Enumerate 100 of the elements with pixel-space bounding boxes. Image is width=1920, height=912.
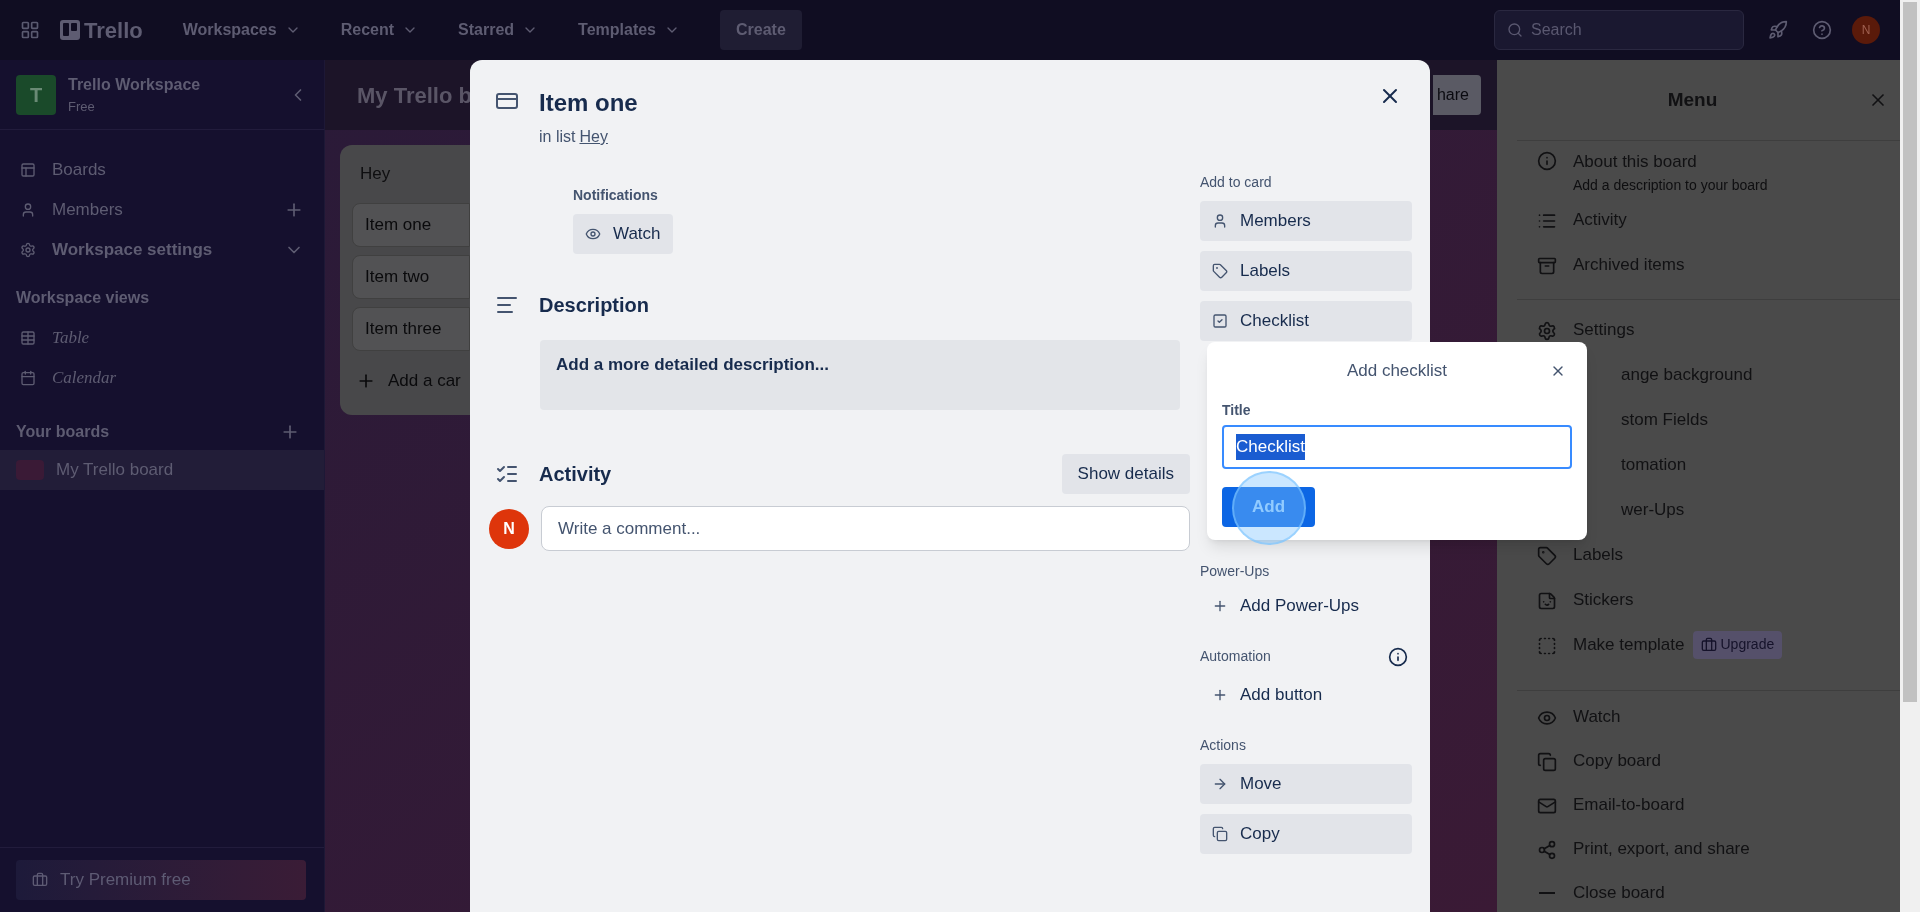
help-icon	[1812, 20, 1832, 40]
workspace-avatar: T	[16, 74, 56, 115]
workspace-name: Trello Workspace	[68, 74, 202, 95]
user-avatar: N	[489, 508, 529, 549]
list-card[interactable]: Item two	[352, 254, 470, 299]
list-card[interactable]: Item three	[352, 306, 470, 351]
template-icon	[1537, 635, 1557, 656]
board-thumbnail	[16, 460, 44, 480]
search-field[interactable]: Search	[1494, 10, 1744, 50]
share-button[interactable]: hare	[1432, 75, 1481, 115]
menu-item[interactable]: About this board Add a description to your board	[1517, 141, 1900, 197]
add-icon	[1212, 687, 1228, 703]
title-field[interactable]: Checklist	[1222, 425, 1572, 469]
arrow-icon	[1212, 776, 1228, 792]
watch-button[interactable]: Watch	[573, 214, 673, 254]
workspace-plan: Free	[68, 97, 96, 116]
archive-icon	[1537, 255, 1557, 276]
gear-icon	[20, 242, 36, 258]
action-button[interactable]: Move	[1200, 764, 1412, 804]
menu-item[interactable]: Close board	[1517, 871, 1900, 912]
menu-title: Menu	[1666, 87, 1719, 112]
menu-item[interactable]: Watch	[1517, 695, 1900, 739]
mail-icon	[1537, 796, 1557, 816]
list-label: in list	[539, 127, 576, 147]
description-field[interactable]: Add a more detailed description...	[540, 340, 1180, 410]
menu-item[interactable]: Copy board	[1517, 739, 1900, 783]
menu-item[interactable]: Archived items	[1517, 242, 1900, 287]
sidebar-item[interactable]: Table	[0, 318, 324, 358]
add-automation-button[interactable]: Add button	[1200, 675, 1412, 715]
section-label: Power-Ups	[1200, 562, 1271, 581]
menu-item-subtitle: Add a description to your board	[1573, 175, 1768, 195]
menu-item[interactable]: Stickers	[1517, 577, 1900, 622]
premium-button[interactable]: Try Premium free	[16, 860, 306, 900]
scrollbar[interactable]	[1900, 0, 1920, 912]
tag-icon	[1537, 545, 1557, 566]
info-icon	[1537, 151, 1557, 171]
copy-icon	[1537, 752, 1557, 772]
share-icon	[1537, 840, 1557, 860]
sidebar-item[interactable]: Calendar	[0, 358, 324, 398]
section-heading: Workspace views	[15, 288, 151, 308]
sidebar-item[interactable]: Members	[0, 190, 324, 230]
add-button[interactable]: Add	[1222, 487, 1315, 527]
board-icon	[20, 162, 36, 178]
section-heading: Your boards	[16, 422, 111, 442]
create-button[interactable]: Create	[720, 10, 802, 50]
person-icon	[20, 202, 36, 218]
section-label: Actions	[1200, 736, 1247, 755]
info-icon	[1388, 646, 1408, 667]
menu-item[interactable]: Activity	[1517, 197, 1900, 242]
settings-icon	[1537, 320, 1557, 341]
section-label: Add to card	[1200, 173, 1273, 192]
upgrade-badge[interactable]: Upgrade	[1692, 630, 1783, 659]
logo-icon	[60, 20, 80, 40]
section-heading: Description	[539, 293, 650, 318]
add-icon	[1212, 598, 1228, 614]
board-item[interactable]: My Trello board	[0, 450, 324, 490]
menu-item[interactable]: Settings	[1517, 307, 1900, 352]
user-avatar[interactable]: N	[1852, 16, 1880, 44]
add-card-button[interactable]: Add a car	[352, 358, 470, 403]
comment-field[interactable]: Write a comment...	[541, 506, 1190, 551]
apps-grid-icon	[20, 20, 40, 40]
calendar-icon	[20, 370, 36, 386]
menu-item[interactable]: Email-to-board	[1517, 783, 1900, 827]
eye-icon	[1537, 708, 1557, 728]
section-label: Notifications	[573, 186, 658, 205]
menu-item[interactable]: Labels	[1517, 532, 1900, 577]
card-title: Item one	[539, 88, 638, 118]
add-to-card-button[interactable]: Members	[1200, 201, 1412, 241]
nav-menu-button[interactable]: Recent	[328, 12, 431, 48]
add-powerups-button[interactable]: Add Power-Ups	[1200, 586, 1412, 626]
menu-item[interactable]: Make template Upgrade	[1517, 622, 1900, 667]
briefcase-icon	[32, 872, 48, 888]
list-link[interactable]: Hey	[579, 125, 608, 149]
person-icon	[1212, 213, 1228, 229]
copy-icon	[1212, 826, 1228, 842]
popover-title: Add checklist	[1346, 360, 1448, 383]
rocket-icon	[1768, 20, 1788, 40]
section-label: Automation	[1200, 647, 1272, 666]
tag-icon	[1212, 263, 1228, 279]
logo-text: Trello	[84, 16, 143, 45]
table-icon	[20, 330, 36, 346]
sticker-icon	[1537, 590, 1557, 611]
menu-item[interactable]: Print, export, and share	[1517, 827, 1900, 871]
action-button[interactable]: Copy	[1200, 814, 1412, 854]
sidebar-item[interactable]: Workspace settings	[0, 230, 324, 270]
show-details-button[interactable]: Show details	[1061, 454, 1190, 494]
list-title: Hey	[359, 163, 392, 185]
add-to-card-button[interactable]: Checklist	[1200, 301, 1412, 341]
sidebar-item[interactable]: Boards	[0, 150, 324, 190]
nav-menu-button[interactable]: Templates	[566, 12, 692, 48]
briefcase-icon	[1700, 636, 1717, 653]
search-icon	[1507, 22, 1523, 38]
checkbox-icon	[1212, 313, 1228, 329]
nav-menu-button[interactable]: Workspaces	[170, 12, 313, 48]
section-heading: Activity	[539, 462, 613, 487]
field-label: Title	[1222, 401, 1252, 420]
list-card[interactable]: Item one	[352, 202, 470, 247]
add-to-card-button[interactable]: Labels	[1200, 251, 1412, 291]
eye-icon	[585, 226, 601, 242]
nav-menu-button[interactable]: Starred	[446, 12, 551, 48]
